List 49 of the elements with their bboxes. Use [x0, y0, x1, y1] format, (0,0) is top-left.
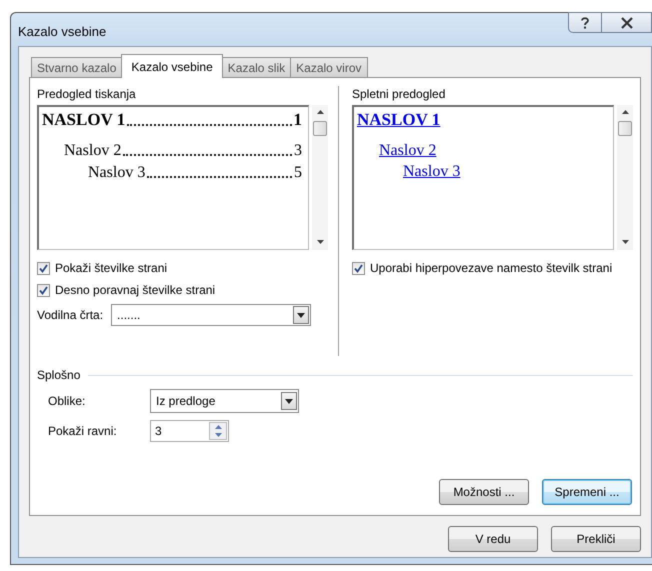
scrollbar-thumb[interactable] [618, 121, 632, 136]
page-number: 5 [294, 164, 302, 182]
toc-entry: Naslov 2 [64, 142, 122, 160]
dialog-button[interactable]: Prekliči [551, 526, 641, 552]
close-button[interactable] [602, 12, 652, 33]
scroll-down-icon [622, 240, 628, 244]
web-preview-label: Spletni predogled [352, 87, 446, 101]
close-icon [620, 16, 634, 28]
dialog-button[interactable]: Možnosti ... [439, 479, 529, 505]
scrollbar[interactable] [312, 105, 328, 250]
tab[interactable]: Stvarno kazalo [31, 57, 122, 77]
levels-label: Pokaži ravni: [48, 424, 118, 438]
page-number: 3 [294, 142, 302, 160]
checkbox[interactable] [352, 262, 365, 274]
checkbox[interactable] [37, 262, 50, 274]
leader-label: Vodilna črta: [37, 308, 104, 322]
group-label: Splošno [37, 368, 80, 382]
formats-label: Oblike: [48, 394, 86, 408]
tab[interactable]: Kazalo virov [290, 57, 368, 77]
checkbox-option[interactable]: Desno poravnaj številke strani [37, 280, 328, 300]
formats-dropdown[interactable]: Iz predloge [150, 389, 299, 413]
tab[interactable]: Kazalo vsebine [121, 54, 223, 78]
check-icon [354, 264, 363, 272]
scroll-down-icon [316, 240, 324, 244]
scroll-up-icon [316, 110, 324, 114]
checkbox[interactable] [37, 284, 50, 296]
toc-link[interactable]: Naslov 2 [379, 142, 436, 159]
print-preview-label: Predogled tiskanja [37, 87, 137, 101]
scrollbar-thumb[interactable] [313, 121, 327, 136]
help-icon [579, 16, 591, 30]
dialog-button[interactable]: Spremeni ... [542, 479, 632, 505]
page-number: 1 [294, 110, 302, 130]
dialog-button[interactable]: V redu [448, 526, 538, 552]
toc-entry: NASLOV 1 [42, 110, 126, 130]
toc-link[interactable]: NASLOV 1 [357, 110, 440, 129]
levels-spinner[interactable]: 3 [150, 420, 229, 442]
checkbox-option[interactable]: Pokaži številke strani [37, 258, 328, 278]
help-button[interactable] [568, 12, 602, 33]
window-title: Kazalo vsebine [18, 24, 106, 39]
toc-link[interactable]: Naslov 3 [403, 163, 460, 180]
tab[interactable]: Kazalo slik [222, 57, 292, 77]
check-icon [39, 264, 48, 272]
checkbox-option[interactable]: Uporabi hiperpovezave namesto številk strani [352, 258, 633, 278]
check-icon [39, 286, 48, 294]
spin-arrows-icon[interactable] [209, 422, 227, 440]
leader-dropdown[interactable]: ....... [111, 304, 312, 326]
scroll-up-icon [622, 110, 628, 114]
toc-entry: Naslov 3 [88, 164, 146, 182]
scrollbar[interactable] [617, 105, 633, 250]
